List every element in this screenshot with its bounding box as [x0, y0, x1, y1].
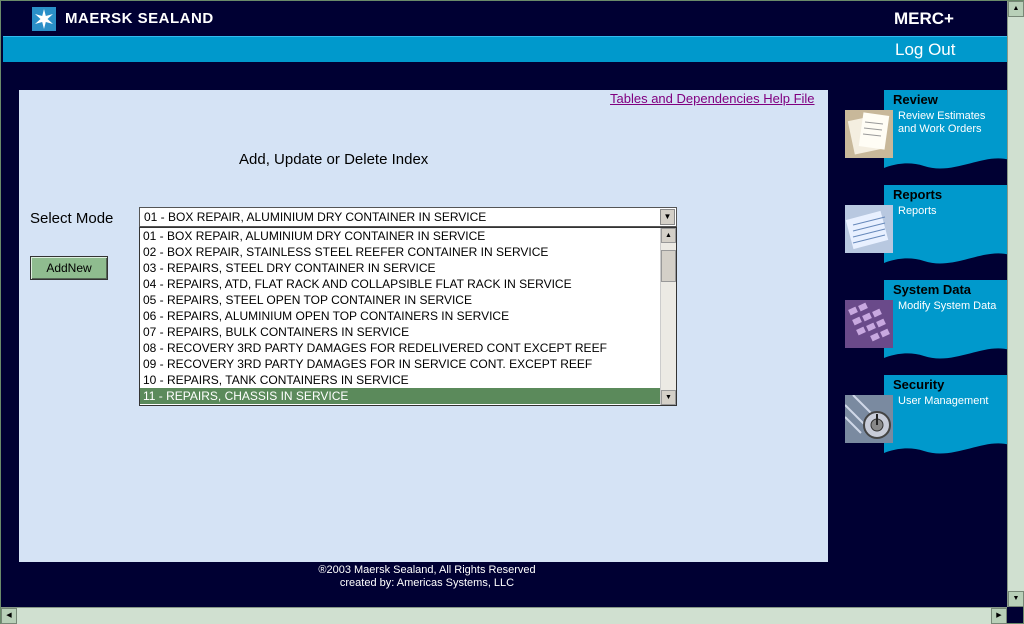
header-bar: [3, 36, 1007, 62]
dropdown-option[interactable]: 11 - REPAIRS, CHASSIS IN SERVICE: [140, 388, 661, 404]
maersk-star-logo: [32, 7, 56, 31]
dropdown-option[interactable]: 06 - REPAIRS, ALUMINIUM OPEN TOP CONTAIN…: [140, 308, 661, 324]
scroll-left-icon[interactable]: ◀: [1, 608, 17, 624]
app-title: MERC+: [894, 9, 954, 28]
dropdown-option[interactable]: 08 - RECOVERY 3RD PARTY DAMAGES FOR REDE…: [140, 340, 661, 356]
sidebar-title: Security: [893, 377, 945, 392]
copyright-text: ®2003 Maersk Sealand, All Rights Reserve…: [318, 564, 536, 576]
sidebar-item-system-data[interactable]: System Data Modify System Data: [844, 280, 1010, 360]
sidebar-item-security[interactable]: Security User Management: [844, 375, 1010, 455]
app-window: MAERSK SEALAND MERC+ Log Out Tables and …: [0, 0, 1024, 624]
modify-system-data-link[interactable]: Modify System Data: [898, 300, 996, 313]
link-line[interactable]: Review Estimates: [898, 110, 985, 123]
scroll-right-icon[interactable]: ▶: [991, 608, 1007, 624]
reports-icon: [845, 205, 893, 253]
sidebar-title: Review: [893, 92, 938, 107]
sidebar-item-review[interactable]: Review Review Estimates and Work Orders: [844, 90, 1010, 170]
sidebar-item-reports[interactable]: Reports Reports: [844, 185, 1010, 265]
select-mode-options[interactable]: 01 - BOX REPAIR, ALUMINIUM DRY CONTAINER…: [139, 227, 677, 406]
sidebar-title: System Data: [893, 282, 972, 297]
review-estimates-link[interactable]: Review Estimates and Work Orders: [898, 110, 985, 136]
user-management-link[interactable]: User Management: [898, 395, 989, 408]
select-mode-dropdown[interactable]: 01 - BOX REPAIR, ALUMINIUM DRY CONTAINER…: [139, 207, 677, 227]
page-title: Add, Update or Delete Index: [239, 151, 429, 168]
window-vertical-scrollbar[interactable]: ▲ ▼: [1007, 1, 1024, 607]
dropdown-option[interactable]: 02 - BOX REPAIR, STAINLESS STEEL REEFER …: [140, 244, 661, 260]
reports-link[interactable]: Reports: [898, 205, 937, 218]
window-horizontal-scrollbar[interactable]: ◀ ▶: [1, 607, 1007, 624]
select-mode-label: Select Mode: [30, 210, 114, 227]
scroll-thumb[interactable]: [661, 250, 676, 282]
select-mode-value: 01 - BOX REPAIR, ALUMINIUM DRY CONTAINER…: [144, 210, 487, 224]
chevron-down-icon[interactable]: ▼: [660, 209, 675, 225]
lock-dial-icon: [845, 395, 893, 443]
documents-icon: [845, 110, 893, 158]
dropdown-option[interactable]: 09 - RECOVERY 3RD PARTY DAMAGES FOR IN S…: [140, 356, 661, 372]
link-line[interactable]: Reports: [898, 205, 937, 218]
keyboard-icon: [845, 300, 893, 348]
scroll-up-icon[interactable]: ▲: [661, 228, 676, 243]
link-line[interactable]: User Management: [898, 395, 989, 408]
dropdown-option[interactable]: 01 - BOX REPAIR, ALUMINIUM DRY CONTAINER…: [140, 228, 661, 244]
dropdown-option[interactable]: 10 - REPAIRS, TANK CONTAINERS IN SERVICE: [140, 372, 661, 388]
options-list: 01 - BOX REPAIR, ALUMINIUM DRY CONTAINER…: [140, 228, 661, 405]
created-by-text: created by: Americas Systems, LLC: [339, 577, 515, 589]
scroll-down-icon[interactable]: ▼: [661, 390, 676, 405]
dropdown-option[interactable]: 05 - REPAIRS, STEEL OPEN TOP CONTAINER I…: [140, 292, 661, 308]
link-line[interactable]: and Work Orders: [898, 123, 985, 136]
dropdown-option[interactable]: 03 - REPAIRS, STEEL DRY CONTAINER IN SER…: [140, 260, 661, 276]
help-file-link[interactable]: Tables and Dependencies Help File: [610, 91, 815, 106]
brand-name: MAERSK SEALAND: [65, 10, 214, 27]
sidebar-title: Reports: [893, 187, 943, 202]
scroll-down-icon[interactable]: ▼: [1008, 591, 1024, 607]
dropdown-option[interactable]: 07 - REPAIRS, BULK CONTAINERS IN SERVICE: [140, 324, 661, 340]
add-new-button[interactable]: AddNew: [30, 256, 108, 280]
scroll-up-icon[interactable]: ▲: [1008, 1, 1024, 17]
dropdown-option[interactable]: 04 - REPAIRS, ATD, FLAT RACK AND COLLAPS…: [140, 276, 661, 292]
footer: ®2003 Maersk Sealand, All Rights Reserve…: [281, 564, 573, 590]
options-scrollbar[interactable]: ▲ ▼: [660, 228, 676, 405]
link-line[interactable]: Modify System Data: [898, 300, 996, 313]
logout-link[interactable]: Log Out: [895, 40, 956, 60]
